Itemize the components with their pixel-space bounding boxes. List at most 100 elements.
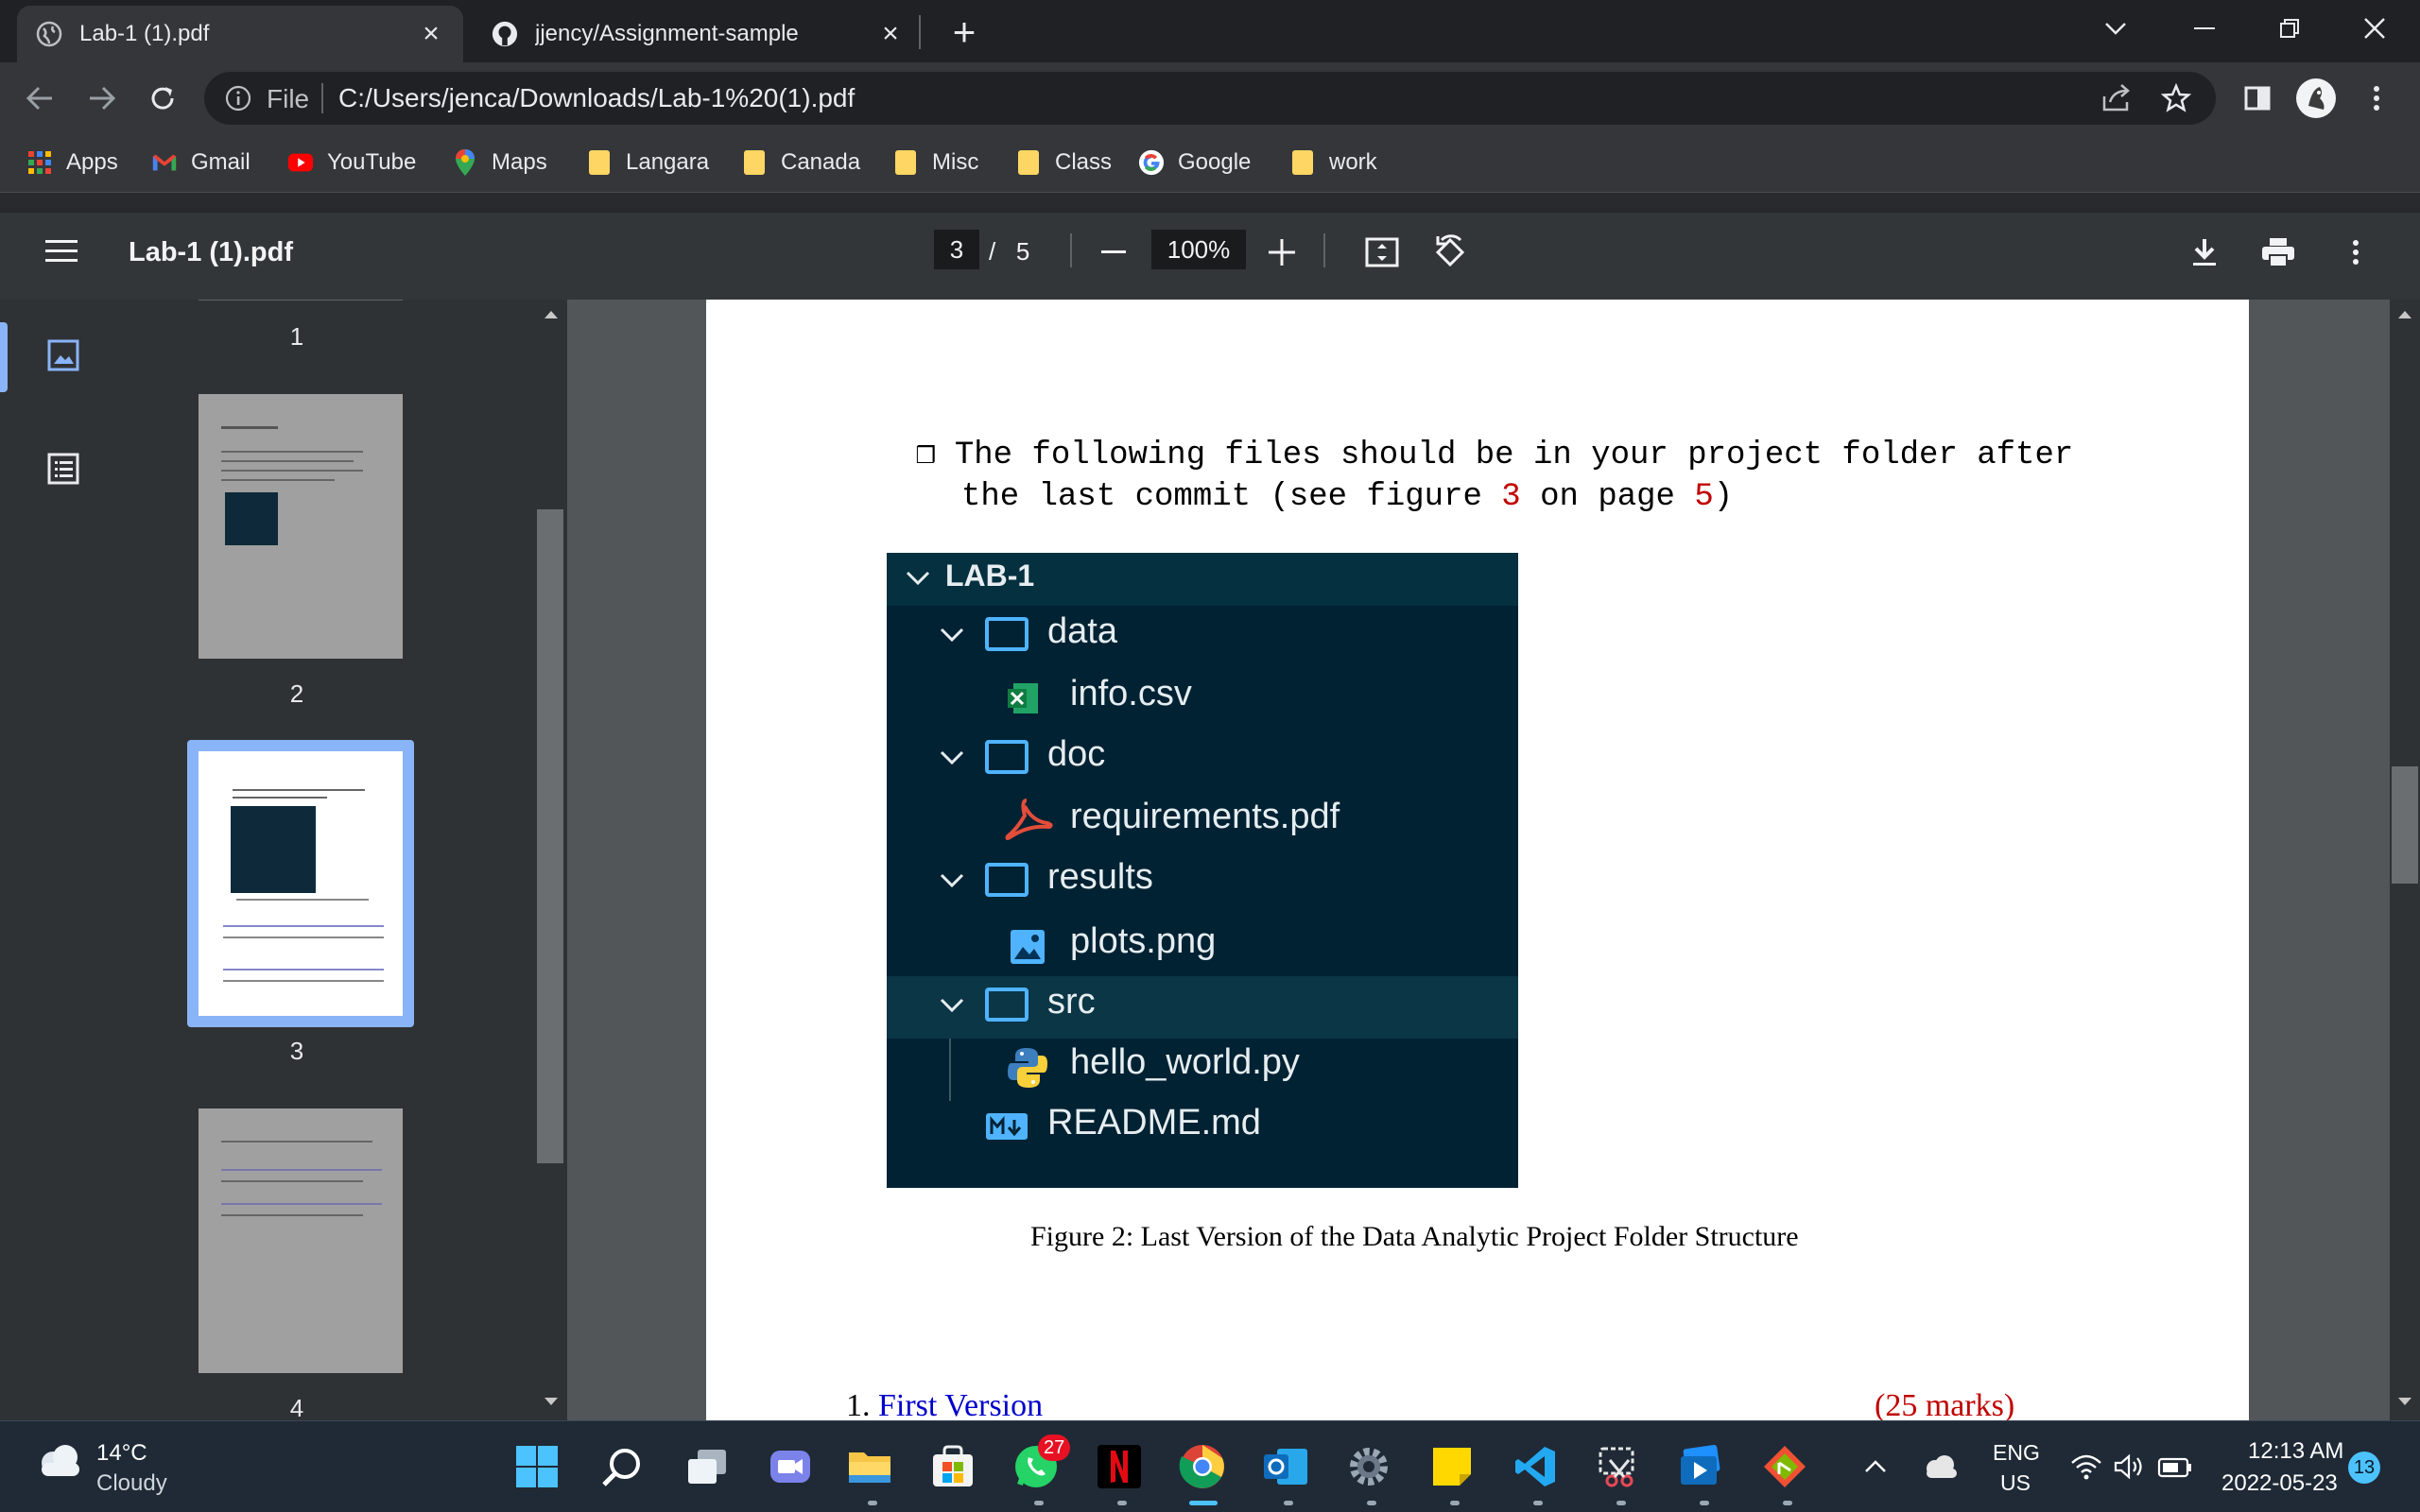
teams-chat-icon[interactable] [764,1440,817,1493]
main-scroll-thumb[interactable] [2392,766,2418,884]
bookmark-canada[interactable]: Canada [741,144,860,181]
thumbnail-page-2[interactable] [199,394,403,659]
page-count: 5 [1015,237,1030,266]
zoom-input[interactable]: 100% [1151,230,1246,269]
side-panel-icon[interactable] [2235,76,2280,121]
page-ref-link[interactable]: 5 [1694,479,1713,515]
chrome-icon[interactable] [1176,1440,1229,1493]
menu-icon[interactable] [45,237,78,270]
selected-row-highlight [887,976,1518,1039]
explorer-figure: LAB-1 data info.csv doc requirements.pdf… [887,553,1518,1188]
microsoft-store-icon[interactable] [926,1440,979,1493]
rotate-icon[interactable] [1427,230,1473,275]
clock-date[interactable]: 2022-05-23 [2221,1470,2338,1497]
file-explorer-icon[interactable] [843,1440,896,1493]
tray-overflow-chevron-icon[interactable] [1855,1440,1896,1493]
bookmark-apps[interactable]: Apps [26,144,118,181]
more-actions-icon[interactable] [2333,230,2378,275]
scroll-down-arrow-icon[interactable] [2398,1398,2411,1405]
zoom-out-button[interactable] [1091,230,1136,275]
avatar[interactable] [2293,76,2339,121]
new-tab-button[interactable]: + [945,12,983,52]
task-view-icon[interactable] [681,1440,734,1493]
snipping-tool-icon[interactable] [1592,1440,1645,1493]
lang-line-2[interactable]: US [2000,1470,2031,1496]
restore-button[interactable] [2259,8,2320,49]
minimize-button[interactable] [2174,8,2235,49]
tab-github[interactable]: jjency/Assignment-sample × [473,6,923,62]
chevron-down-icon [940,627,964,643]
wifi-icon[interactable] [2070,1453,2102,1485]
section-title-link[interactable]: First Version [878,1388,1043,1420]
bookmark-maps[interactable]: Maps [452,144,547,181]
bookmark-star-icon[interactable] [2160,82,2192,118]
address-bar[interactable]: File C:/Users/jenca/Downloads/Lab-1%20(1… [204,72,2216,125]
bookmark-misc[interactable]: Misc [892,144,978,181]
thumbnail-page-3-selected[interactable] [187,740,414,1027]
active-indicator [1189,1501,1218,1505]
outlook-icon[interactable] [1259,1440,1312,1493]
running-indicator [1284,1501,1293,1505]
forward-button[interactable] [79,76,125,121]
settings-gear-icon[interactable] [1342,1440,1395,1493]
back-button[interactable] [17,76,62,121]
windows-start-icon[interactable] [510,1440,563,1493]
bookmark-label: Gmail [191,149,251,175]
running-indicator [1117,1501,1127,1505]
page-number-input[interactable]: 3 [934,230,979,269]
explorer-item: doc [1047,734,1106,774]
vscode-icon[interactable] [1509,1440,1562,1493]
tab-lab1-pdf[interactable]: Lab-1 (1).pdf × [17,6,463,62]
close-window-button[interactable] [2344,8,2405,49]
page-separator: / [989,237,996,266]
bookmark-google[interactable]: Google [1138,144,1251,181]
folder-icon [1289,149,1316,176]
bookmark-work[interactable]: work [1289,144,1377,181]
reload-button[interactable] [140,76,185,121]
figure-caption: Figure 2: Last Version of the Data Analy… [1030,1221,1799,1252]
share-icon[interactable] [2100,83,2133,118]
tab-search-button[interactable] [2085,8,2146,49]
netflix-icon[interactable] [1093,1440,1146,1493]
outline-view-icon[interactable] [47,453,79,490]
close-tab-icon[interactable]: × [877,18,904,49]
sidebar-scroll-thumb[interactable] [537,509,563,1163]
figure-ref-link[interactable]: 3 [1501,479,1520,515]
scroll-up-arrow-icon[interactable] [544,311,558,318]
download-icon[interactable] [2182,230,2227,275]
zoom-in-button[interactable] [1259,230,1305,275]
info-icon[interactable] [225,85,251,116]
url-text[interactable]: C:/Users/jenca/Downloads/Lab-1%20(1).pdf [338,83,855,113]
volume-icon[interactable] [2114,1453,2146,1485]
scroll-up-arrow-icon[interactable] [2398,311,2411,318]
thumbnail-page-4[interactable] [199,1108,403,1373]
search-icon[interactable] [596,1440,648,1493]
bookmark-label: Apps [66,149,118,175]
folder-icon [985,988,1028,1022]
toolbar-divider [1070,233,1072,267]
bullet-line-2: the last commit (see figure 3 on page 5) [961,479,1733,515]
clock-time[interactable]: 12:13 AM [2248,1438,2343,1465]
main-scrollbar[interactable] [2390,300,2420,1420]
folder-icon [741,149,768,176]
sidebar-scrollbar[interactable] [535,300,567,1420]
battery-icon[interactable] [2157,1457,2193,1483]
browser-menu-icon[interactable] [2354,76,2399,121]
fit-page-icon[interactable] [1359,230,1405,275]
print-icon[interactable] [2256,230,2301,275]
bookmark-youtube[interactable]: YouTube [287,144,416,181]
thumbnail-view-icon[interactable] [47,339,79,376]
bookmark-langara[interactable]: Langara [586,144,709,181]
notification-count-badge[interactable]: 13 [2348,1452,2380,1484]
media-player-icon[interactable] [1675,1440,1728,1493]
bookmark-gmail[interactable]: Gmail [151,144,251,181]
close-tab-icon[interactable]: × [418,18,444,49]
apps-grid-icon [26,149,53,176]
bookmark-class[interactable]: Class [1015,144,1112,181]
onedrive-cloud-icon[interactable] [1915,1440,1966,1493]
scroll-down-arrow-icon[interactable] [544,1398,558,1405]
sticky-notes-icon[interactable] [1426,1440,1478,1493]
git-icon[interactable] [1758,1440,1811,1493]
cloud-weather-icon[interactable] [34,1442,85,1485]
lang-line-1[interactable]: ENG [1993,1440,2040,1466]
